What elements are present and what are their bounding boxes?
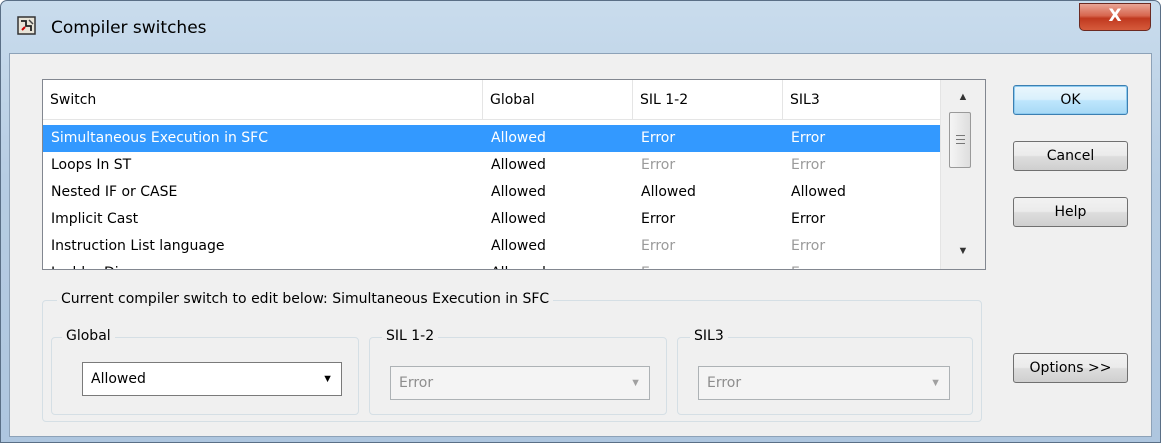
cell-global: Allowed bbox=[491, 157, 546, 173]
global-group: Global Allowed ▼ bbox=[51, 328, 359, 415]
app-icon bbox=[16, 15, 38, 37]
table-row[interactable]: Implicit Cast Allowed Error Error bbox=[43, 206, 940, 233]
scroll-down-arrow-icon[interactable]: ▼ bbox=[954, 242, 972, 260]
cell-sil3: Error bbox=[783, 260, 825, 269]
chevron-down-icon[interactable]: ▼ bbox=[322, 363, 333, 395]
sil12-select-value: Error bbox=[399, 375, 434, 391]
column-header-global[interactable]: Global bbox=[483, 80, 633, 120]
table-row[interactable]: Instruction List language Allowed Error Err… bbox=[43, 233, 940, 260]
options-button[interactable]: Options >> bbox=[1013, 353, 1128, 383]
cell-sil3: Error bbox=[791, 238, 826, 254]
current-switch-group: Current compiler switch to edit below: S… bbox=[42, 291, 982, 422]
cell-switch: Instruction List language bbox=[51, 238, 225, 254]
cell-sil3: Error bbox=[791, 130, 826, 146]
column-header-sil12[interactable]: SIL 1-2 bbox=[633, 80, 783, 120]
cell-sil3: Error bbox=[791, 157, 826, 173]
scroll-up-arrow-icon[interactable]: ▲ bbox=[954, 88, 972, 106]
cell-sil3: Allowed bbox=[791, 184, 846, 200]
cancel-button[interactable]: Cancel bbox=[1013, 141, 1128, 171]
cell-global: Allowed bbox=[491, 184, 546, 200]
cell-switch: Implicit Cast bbox=[51, 211, 139, 227]
cell-global: Allowed bbox=[491, 130, 546, 146]
ok-button[interactable]: OK bbox=[1013, 85, 1128, 115]
column-header-sil3[interactable]: SIL3 bbox=[783, 80, 940, 120]
compiler-switches-dialog: Compiler switches X Switch Global SIL 1-… bbox=[0, 0, 1161, 443]
close-button[interactable]: X bbox=[1079, 3, 1151, 31]
sil12-select: Error ▼ bbox=[390, 366, 650, 400]
current-switch-label: Current compiler switch to edit below: S… bbox=[57, 291, 554, 307]
table-row[interactable]: Simultaneous Execution in SFC Allowed Erro… bbox=[43, 125, 940, 152]
global-select-value: Allowed bbox=[91, 371, 146, 387]
column-header-switch[interactable]: Switch bbox=[43, 80, 483, 120]
sil3-group: SIL3 Error ▼ bbox=[677, 328, 973, 415]
table-row[interactable]: Loops In ST Allowed Error Error bbox=[43, 152, 940, 179]
sil12-group-label: SIL 1-2 bbox=[382, 328, 439, 344]
chevron-down-icon: ▼ bbox=[930, 377, 941, 389]
cell-sil12: Error bbox=[641, 130, 676, 146]
global-group-label: Global bbox=[62, 328, 115, 344]
cell-sil12: Error bbox=[633, 260, 675, 269]
sil3-group-label: SIL3 bbox=[690, 328, 728, 344]
cell-switch: Nested IF or CASE bbox=[51, 184, 178, 200]
cell-switch: Ladder Diagram bbox=[43, 260, 164, 269]
cell-sil3: Error bbox=[791, 211, 826, 227]
list-header: Switch Global SIL 1-2 SIL3 bbox=[43, 80, 940, 120]
scroll-thumb[interactable] bbox=[949, 112, 971, 168]
sil3-select-value: Error bbox=[707, 375, 742, 391]
cell-sil12: Error bbox=[641, 211, 676, 227]
vertical-scrollbar[interactable]: ▲ ▼ bbox=[940, 80, 985, 269]
table-row[interactable]: Nested IF or CASE Allowed Allowed Allowed bbox=[43, 179, 940, 206]
window-title: Compiler switches bbox=[51, 18, 207, 38]
cell-switch: Simultaneous Execution in SFC bbox=[51, 130, 268, 146]
cell-global: Allowed bbox=[483, 260, 546, 269]
cell-switch: Loops In ST bbox=[51, 157, 132, 173]
help-button[interactable]: Help bbox=[1013, 197, 1128, 227]
switch-list[interactable]: Switch Global SIL 1-2 SIL3 Simultaneous … bbox=[42, 79, 986, 270]
cell-global: Allowed bbox=[491, 238, 546, 254]
table-row[interactable]: Ladder Diagram Allowed Error Error bbox=[43, 260, 940, 269]
cell-sil12: Error bbox=[641, 238, 676, 254]
global-select[interactable]: Allowed ▼ bbox=[82, 362, 342, 396]
chevron-down-icon: ▼ bbox=[630, 377, 641, 389]
dialog-client-area: Switch Global SIL 1-2 SIL3 Simultaneous … bbox=[9, 53, 1152, 437]
cell-sil12: Error bbox=[641, 157, 676, 173]
cell-sil12: Allowed bbox=[641, 184, 696, 200]
title-bar[interactable]: Compiler switches X bbox=[1, 1, 1160, 53]
sil12-group: SIL 1-2 Error ▼ bbox=[369, 328, 667, 415]
sil3-select: Error ▼ bbox=[698, 366, 950, 400]
cell-global: Allowed bbox=[491, 211, 546, 227]
